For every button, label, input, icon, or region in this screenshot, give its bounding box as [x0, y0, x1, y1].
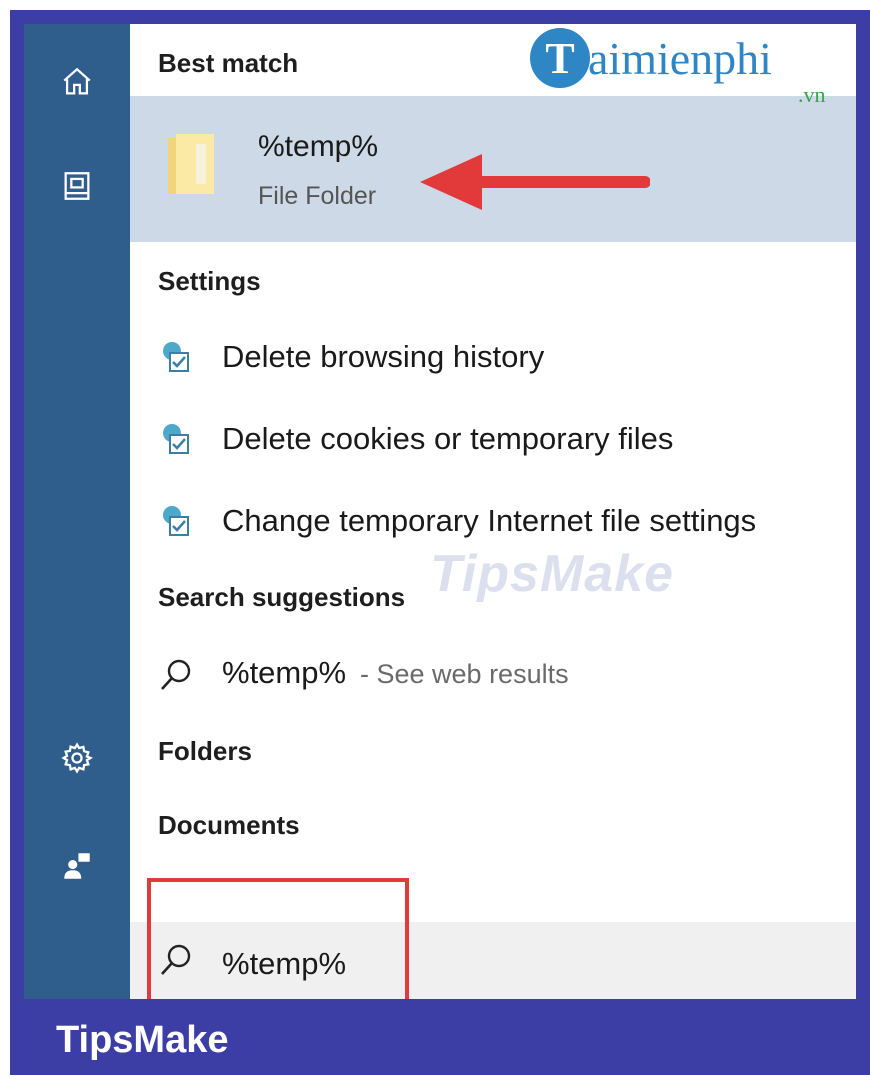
taimienphi-logo: T aimienphi .vn [530, 28, 850, 108]
best-match-subtitle: File Folder [258, 182, 377, 210]
feedback-icon[interactable] [24, 836, 130, 896]
document-icon[interactable] [24, 156, 130, 216]
settings-item-label: Change temporary Internet file settings [222, 503, 757, 538]
folder-icon [168, 134, 214, 194]
best-match-heading: Best match [158, 48, 299, 78]
best-match-title: %temp% [258, 130, 379, 163]
search-suggestions-heading: Search suggestions [158, 582, 406, 612]
brand-bar: TipsMake [10, 999, 870, 1075]
settings-shield-icon [163, 424, 189, 454]
gear-icon[interactable] [24, 728, 130, 788]
search-icon [161, 659, 191, 690]
settings-item-label: Delete browsing history [222, 339, 545, 374]
settings-item[interactable]: Delete cookies or temporary files [130, 403, 856, 475]
suggestion-term: %temp% [222, 655, 347, 690]
settings-heading: Settings [158, 266, 261, 296]
frame-top [10, 10, 860, 24]
brand-text: TipsMake [56, 1019, 229, 1061]
frame-right [856, 10, 870, 1010]
settings-shield-icon [163, 342, 189, 372]
settings-item-label: Delete cookies or temporary files [222, 421, 674, 456]
suggestion-subtext: - See web results [360, 659, 569, 689]
logo-suffix: .vn [798, 82, 826, 107]
red-box-annotation [147, 878, 409, 1003]
search-results-panel: Best match %temp% File Folder Settings D… [130, 24, 856, 999]
documents-heading[interactable]: Documents [158, 810, 300, 841]
logo-letter: T [530, 28, 590, 88]
settings-shield-icon [163, 506, 189, 536]
folders-heading[interactable]: Folders [158, 736, 252, 767]
settings-item[interactable]: Delete browsing history [130, 321, 856, 393]
web-suggestion-item[interactable]: %temp% - See web results [130, 639, 856, 711]
home-icon[interactable] [24, 52, 130, 112]
start-sidebar [24, 24, 130, 999]
tipsmake-watermark: TipsMake [430, 545, 675, 603]
logo-text: aimienphi [588, 33, 772, 84]
red-arrow-annotation [420, 154, 650, 210]
frame-left [10, 10, 24, 1010]
